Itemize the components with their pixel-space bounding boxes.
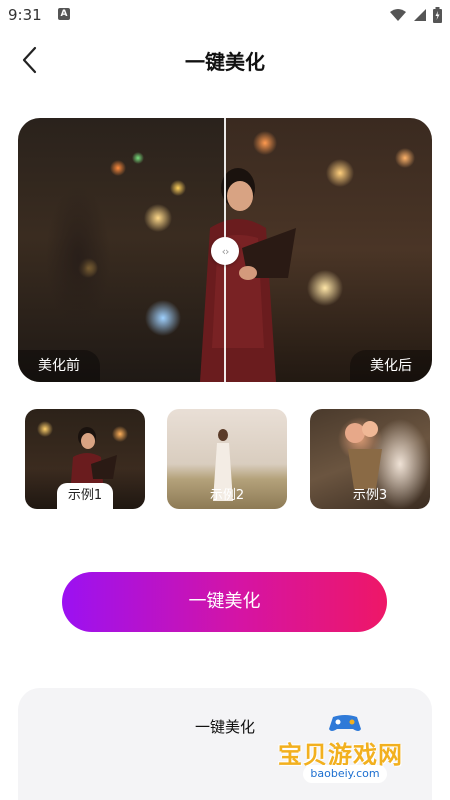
sample-label: 示例3 (352, 488, 388, 503)
watermark-url: baobeiy.com (303, 765, 387, 783)
signal-icon (414, 9, 426, 21)
wifi-icon (390, 9, 406, 21)
portrait-figure (200, 168, 296, 382)
before-label: 美化前 (18, 350, 100, 382)
sample-label: 示例1 (57, 483, 113, 509)
notification-icon: A (58, 8, 70, 20)
status-bar: 9:31 A (0, 0, 450, 30)
sample-item-2[interactable]: 示例2 (167, 409, 287, 509)
system-icons (389, 6, 442, 24)
battery-icon (433, 7, 442, 23)
sample-item-3[interactable]: 示例3 (310, 409, 430, 509)
slider-arrows-icon: ‹› (221, 244, 230, 258)
status-time: 9:31 (8, 6, 42, 24)
before-after-compare[interactable]: ‹› 美化前 美化后 (18, 118, 432, 382)
compare-slider-handle[interactable]: ‹› (211, 237, 239, 265)
sample-item-1[interactable]: 示例1 (25, 409, 145, 509)
sample-label: 示例2 (209, 488, 245, 503)
sample-list: 示例1 示例2 示例3 (25, 409, 431, 509)
watermark-logo: 宝贝游戏网 baobeiy.com (270, 715, 420, 795)
app-header: 一键美化 (0, 30, 450, 90)
after-label: 美化后 (350, 350, 432, 382)
page-title: 一键美化 (185, 50, 265, 74)
one-click-beautify-button[interactable]: 一键美化 (62, 572, 387, 632)
gamepad-icon (329, 715, 361, 731)
